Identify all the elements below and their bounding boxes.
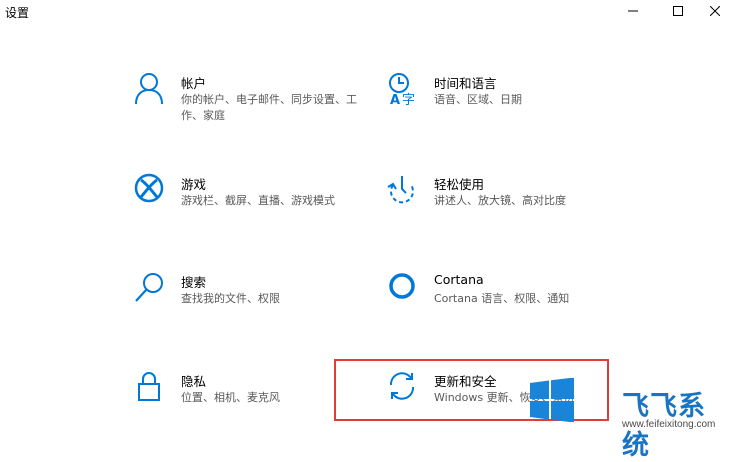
- settings-tile-accounts[interactable]: 帐户 你的帐户、电子邮件、同步设置、工作、家庭: [134, 72, 374, 142]
- tile-description: 你的帐户、电子邮件、同步设置、工作、家庭: [181, 93, 357, 122]
- tile-name: Cortana: [434, 272, 484, 287]
- tile-name: 隐私: [181, 374, 207, 389]
- window-title: 设置: [5, 6, 30, 20]
- tile-name: 帐户: [181, 76, 207, 91]
- watermark-url: www.feifeixitong.com: [622, 419, 716, 430]
- xbox-icon: [134, 173, 164, 203]
- settings-tile-cortana[interactable]: Cortana Cortana 语言、权限、通知: [387, 271, 627, 341]
- cortana-icon: [389, 273, 415, 299]
- lock-icon: [138, 372, 160, 401]
- tile-description: Cortana 语言、权限、通知: [434, 292, 570, 305]
- tile-name: 轻松使用: [434, 177, 485, 192]
- tile-description: 查找我的文件、权限: [181, 292, 280, 305]
- tile-name: 时间和语言: [434, 76, 497, 91]
- tile-name: 游戏: [181, 177, 207, 192]
- svg-text:字: 字: [402, 93, 415, 106]
- minimize-button[interactable]: [610, 0, 656, 22]
- settings-tile-gaming[interactable]: 游戏 游戏栏、截屏、直播、游戏模式: [134, 173, 374, 243]
- close-icon: [710, 6, 720, 16]
- ease-of-access-icon: [387, 176, 414, 204]
- windows-logo-icon: [530, 378, 574, 422]
- settings-tile-ease-of-access[interactable]: 轻松使用 讲述人、放大镜、高对比度: [387, 173, 627, 243]
- title-bar: 设置: [0, 0, 729, 22]
- time-language-icon: A 字: [389, 73, 415, 106]
- tile-description: 讲述人、放大镜、高对比度: [434, 194, 566, 207]
- tile-description: 语音、区域、日期: [434, 93, 522, 106]
- minimize-icon: [628, 10, 638, 12]
- watermark: 飞飞系统 www.feifeixitong.com: [530, 378, 726, 461]
- person-icon: [135, 73, 163, 105]
- close-button[interactable]: [692, 0, 729, 22]
- search-icon: [135, 273, 163, 302]
- maximize-icon: [673, 6, 683, 16]
- svg-text:A: A: [390, 93, 400, 106]
- tile-description: 游戏栏、截屏、直播、游戏模式: [181, 194, 335, 207]
- settings-tile-search[interactable]: 搜索 查找我的文件、权限: [134, 271, 374, 341]
- settings-tile-time-language[interactable]: A 字 时间和语言 语音、区域、日期: [387, 72, 627, 142]
- tile-name: 搜索: [181, 275, 207, 290]
